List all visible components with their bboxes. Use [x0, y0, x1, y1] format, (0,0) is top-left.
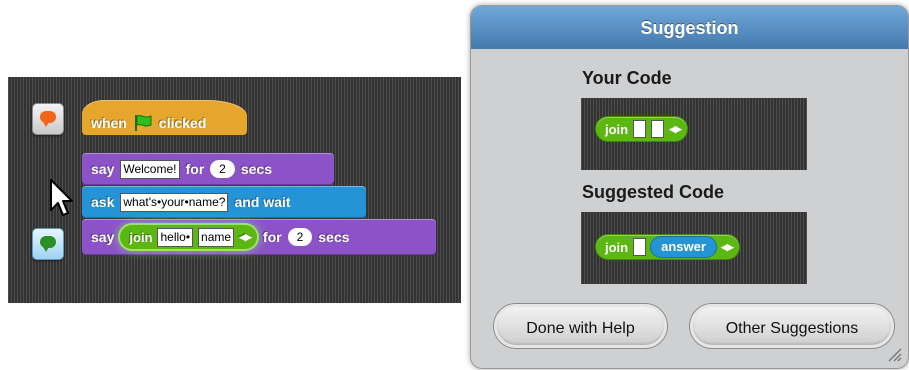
seconds-input[interactable]: 2: [287, 228, 313, 246]
for-label: for: [262, 229, 282, 245]
suggested-join-reporter[interactable]: join answer ◀▶: [596, 235, 739, 259]
variadic-arrows-icon[interactable]: ◀▶: [239, 232, 252, 243]
answer-reporter[interactable]: answer: [651, 237, 716, 257]
empty-slot[interactable]: [633, 238, 647, 256]
hat-prefix: when: [91, 114, 127, 131]
hat-suffix: clicked: [158, 114, 207, 131]
done-with-help-button[interactable]: Done with Help: [494, 304, 667, 348]
for-label: for: [185, 161, 205, 177]
variadic-arrows-icon[interactable]: ◀▶: [721, 242, 734, 253]
seconds-input[interactable]: 2: [210, 160, 235, 178]
script-area[interactable]: when clicked say Welcome! for 2 secs ask…: [8, 77, 461, 303]
green-flag-icon: [134, 114, 152, 131]
suggested-code-label: Suggested Code: [582, 182, 725, 202]
ask-prompt-input[interactable]: what's•your•name?: [120, 192, 229, 212]
your-code-area: join ◀▶: [581, 98, 807, 170]
say-keyword: say: [91, 229, 115, 245]
variadic-arrows-icon[interactable]: ◀▶: [669, 124, 682, 135]
say-join-block[interactable]: say join hello• name ◀▶ for 2 secs: [82, 219, 436, 255]
dialog-title: Suggestion: [471, 6, 908, 49]
suggested-code-area: join answer ◀▶: [581, 212, 807, 284]
say-message-input[interactable]: Welcome!: [120, 159, 180, 179]
when-flag-clicked-block[interactable]: when clicked: [82, 100, 247, 135]
ask-suffix: and wait: [234, 194, 291, 210]
secs-label: secs: [318, 229, 350, 245]
say-for-secs-block[interactable]: say Welcome! for 2 secs: [82, 153, 334, 185]
join-label: join: [605, 239, 629, 255]
secs-label: secs: [240, 161, 273, 177]
mouse-cursor-icon: [50, 179, 73, 216]
join-label: join: [605, 121, 629, 137]
orange-speech-bubble-icon: [40, 111, 56, 127]
empty-slot-2[interactable]: [651, 120, 665, 138]
join-arg-2-input[interactable]: name: [198, 227, 235, 247]
hint-button-orange[interactable]: [32, 103, 64, 135]
suggestion-dialog: Suggestion Your Code join ◀▶ Suggested C…: [470, 5, 909, 369]
join-label: join: [129, 229, 153, 245]
green-speech-bubble-icon: [40, 236, 56, 252]
join-arg-1-input[interactable]: hello•: [157, 227, 194, 247]
your-code-join-reporter[interactable]: join ◀▶: [596, 117, 687, 141]
your-code-label: Your Code: [582, 68, 672, 88]
resize-handle-icon[interactable]: [886, 346, 902, 362]
hint-button-green[interactable]: [32, 228, 64, 260]
empty-slot-1[interactable]: [633, 120, 647, 138]
ask-keyword: ask: [91, 194, 115, 210]
ask-and-wait-block[interactable]: ask what's•your•name? and wait: [82, 186, 366, 218]
say-keyword: say: [91, 161, 115, 177]
join-reporter[interactable]: join hello• name ◀▶: [120, 225, 257, 249]
other-suggestions-button[interactable]: Other Suggestions: [690, 304, 894, 348]
